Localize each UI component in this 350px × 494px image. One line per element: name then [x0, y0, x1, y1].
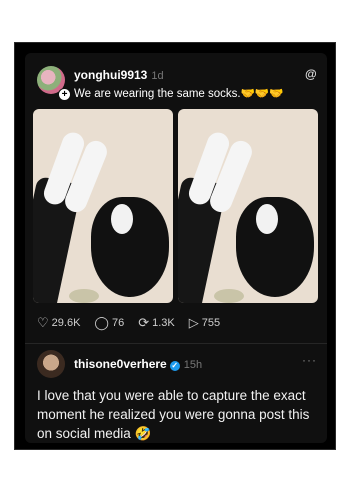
- reply-avatar[interactable]: [37, 350, 65, 378]
- post-header: yonghui9913 1d: [74, 68, 164, 82]
- more-options-icon[interactable]: ···: [302, 353, 317, 367]
- share-icon: ▷: [188, 315, 199, 330]
- username[interactable]: yonghui9913: [74, 68, 147, 82]
- repost-count: 1.3K: [152, 317, 175, 329]
- repost-icon: ⟳: [138, 315, 150, 330]
- reply-timestamp: 15h: [183, 359, 203, 371]
- timestamp: 1d: [151, 70, 164, 82]
- verified-icon: ✓: [169, 361, 180, 371]
- repost-button[interactable]: ⟳ 1.3K: [138, 315, 175, 331]
- heart-icon: ♡: [37, 315, 49, 330]
- thread-card: + yonghui9913 1d @ We are wearing the sam…: [25, 53, 327, 443]
- post-photo-2[interactable]: [178, 109, 318, 303]
- like-button[interactable]: ♡ 29.6K: [37, 315, 80, 331]
- follow-button[interactable]: +: [58, 88, 71, 101]
- reply-text: I love that you were able to capture the…: [37, 388, 310, 441]
- divider: [25, 343, 327, 344]
- reply-header: thisone0verhere ✓ 15h: [74, 357, 202, 371]
- comment-icon: ◯: [94, 315, 109, 330]
- post-photo-1[interactable]: [33, 109, 173, 303]
- like-count: 29.6K: [51, 317, 81, 329]
- post-caption: We are wearing the same socks.🤝🤝🤝: [74, 88, 284, 100]
- threads-logo-icon: @: [305, 67, 317, 81]
- screenshot-frame: + yonghui9913 1d @ We are wearing the sam…: [14, 42, 336, 450]
- action-bar: ♡ 29.6K ◯ 76 ⟳ 1.3K ▷ 755: [37, 315, 220, 331]
- share-button[interactable]: ▷ 755: [189, 315, 220, 331]
- reply-username[interactable]: thisone0verhere: [74, 357, 167, 371]
- comment-count: 76: [111, 317, 125, 329]
- share-count: 755: [201, 317, 221, 329]
- comment-button[interactable]: ◯ 76: [94, 315, 124, 331]
